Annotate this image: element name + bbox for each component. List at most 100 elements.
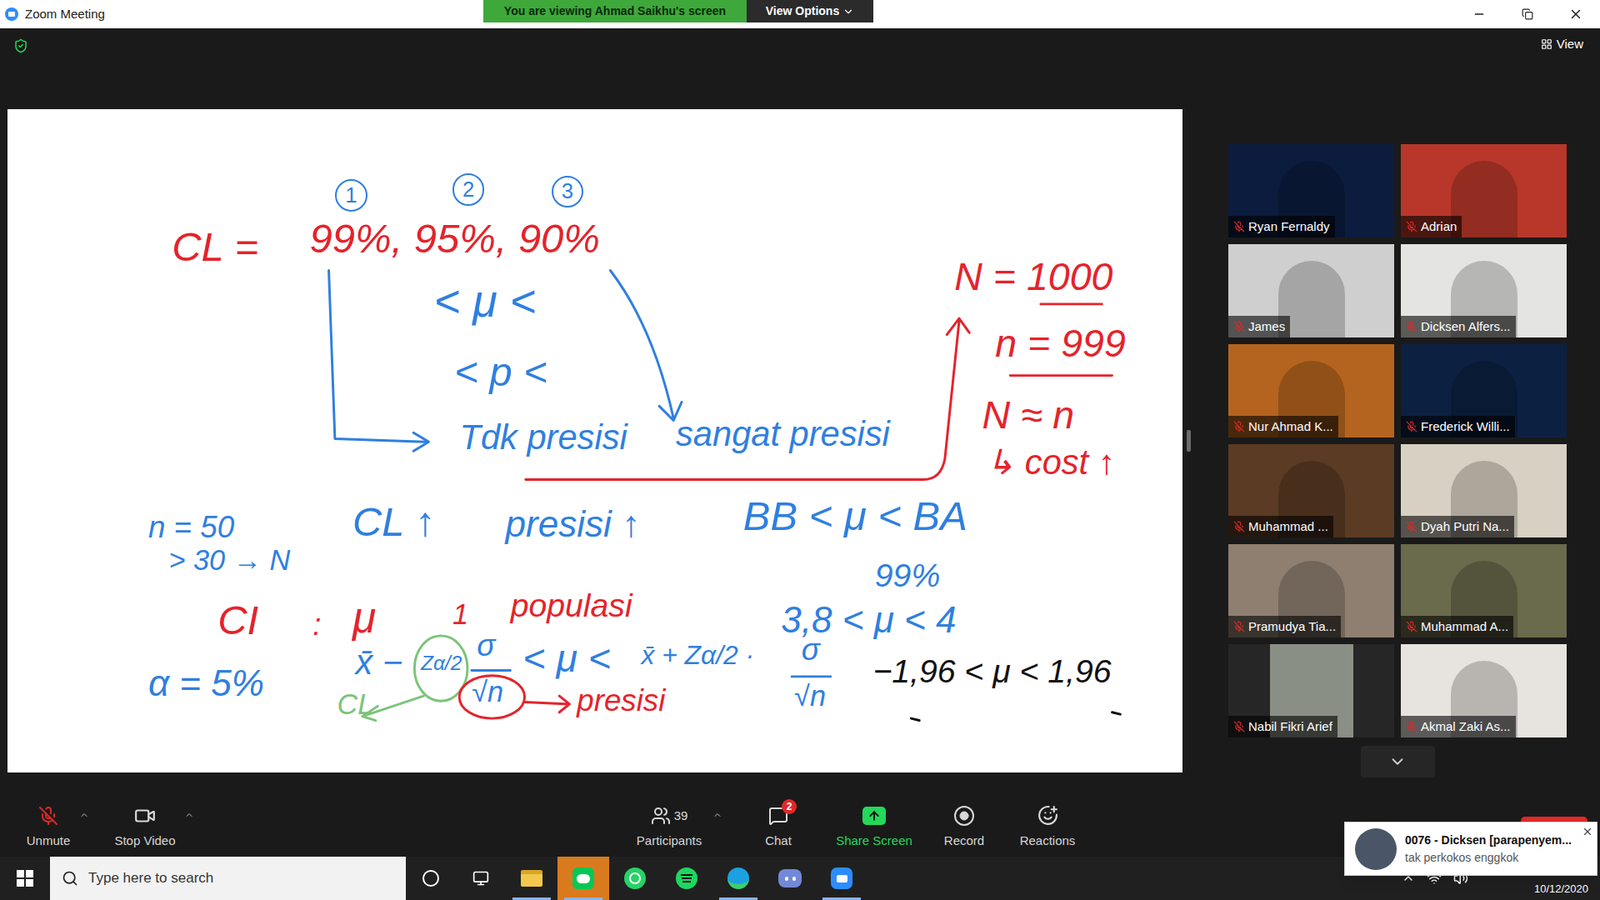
resize-handle[interactable] [1186, 430, 1191, 452]
whiteboard-note: CL ↑ [352, 501, 436, 543]
participant-label: Nur Ahmad K... [1228, 415, 1339, 439]
muted-mic-icon [1405, 520, 1418, 533]
whiteboard-note: ↳ cost ↑ [985, 445, 1115, 480]
taskbar-app[interactable] [505, 856, 558, 900]
zoom-icon [830, 867, 853, 890]
zoom-screen: Zoom MeetingYou are viewing Ahmad Saikhu… [0, 0, 1600, 900]
participant-label: Muhammad ... [1228, 515, 1334, 539]
window-title: Zoom Meeting [25, 5, 105, 25]
view-options-button[interactable]: View Options [746, 0, 874, 23]
file-explorer-icon [520, 870, 543, 887]
toolbar-caret[interactable] [712, 810, 723, 820]
running-indicator [719, 897, 758, 900]
shared-screen-area: 123CL =99%, 95%, 90%< μ << p <Tdk presis… [0, 28, 1200, 799]
muted-mic-icon [1233, 420, 1245, 433]
participant-label: Akmal Zaki As... [1400, 715, 1516, 739]
participant-tile[interactable]: Dyah Putri Na... [1400, 444, 1567, 538]
camera-icon [134, 805, 156, 827]
circled-number: 1 [335, 179, 368, 212]
participant-tile[interactable]: Nur Ahmad K... [1228, 344, 1395, 438]
whiteboard: 123CL =99%, 95%, 90%< μ << p <Tdk presis… [7, 109, 1183, 773]
participant-label: Pramudya Tia... [1228, 615, 1341, 639]
participant-tile[interactable]: Adrian [1400, 144, 1567, 238]
notification-title: 0076 - Dicksen [parapenyem... [1405, 831, 1572, 850]
taskbar-app[interactable] [660, 856, 713, 900]
taskbar-app[interactable] [764, 856, 816, 900]
grid-icon [1540, 38, 1553, 50]
task-view-icon [472, 870, 490, 887]
whiteboard-note: CL = [171, 226, 259, 268]
search-box[interactable]: Type here to search [50, 856, 406, 900]
whiteboard-note: Zα/2 [420, 653, 462, 674]
scroll-down-button[interactable] [1360, 745, 1435, 778]
circled-number: 2 [452, 173, 485, 206]
task-view-button[interactable] [455, 856, 506, 900]
view-button[interactable]: View [1540, 35, 1584, 55]
close-icon [1568, 6, 1584, 22]
taskbar-app[interactable] [557, 856, 610, 900]
whiteboard-note: CL [337, 690, 375, 719]
restore-button[interactable] [1503, 0, 1552, 29]
whiteboard-note: presisi ↑ [505, 505, 641, 543]
taskbar-app[interactable] [712, 856, 765, 900]
participant-label: Muhammad A... [1400, 615, 1514, 639]
zoom-logo-icon [5, 7, 19, 21]
participant-tile[interactable]: Akmal Zaki As... [1400, 644, 1567, 738]
whiteboard-note: 3,8 < μ < 4 [780, 601, 956, 639]
participant-label: Dyah Putri Na... [1400, 515, 1515, 539]
toolbar-button[interactable]: 39Participants [627, 805, 711, 851]
whiteboard-note: presisi [576, 685, 665, 717]
line-icon [572, 867, 595, 890]
participant-tile[interactable]: Muhammad A... [1400, 544, 1567, 638]
taskbar-app[interactable] [609, 856, 661, 900]
gallery: View Ryan Fernaldy AdrianJamesDicksen Alfe… [1200, 28, 1600, 799]
notification-message: tak perkokos enggkok [1405, 849, 1572, 867]
toolbar-button[interactable]: Share Screen [828, 805, 920, 851]
taskbar-app[interactable] [815, 856, 868, 900]
whiteboard-note: x̄ + Zα/2 · [640, 642, 755, 670]
toolbar-button[interactable]: 2Chat [745, 805, 812, 851]
minimize-icon [1472, 7, 1486, 21]
participant-tile[interactable]: Ryan Fernaldy [1228, 144, 1395, 238]
toolbar-button[interactable]: Record [930, 805, 998, 851]
minimize-button[interactable] [1455, 0, 1504, 29]
muted-mic-icon [1233, 720, 1245, 733]
participant-tile[interactable]: Pramudya Tia... [1228, 544, 1395, 638]
participant-tile[interactable]: Muhammad ... [1228, 444, 1395, 538]
running-indicator [512, 897, 551, 900]
whiteboard-note: sangat presisi [675, 416, 890, 452]
chevron-up-icon [184, 810, 195, 820]
muted-mic-icon [1405, 620, 1418, 633]
whiteboard-note: < μ < [522, 639, 611, 679]
whiteboard-note: −1,96 < μ < 1,96 [872, 655, 1111, 688]
taskbar-date[interactable]: 10/12/2020 [1534, 880, 1589, 898]
toolbar-button[interactable]: Reactions [1010, 805, 1085, 851]
discord-icon [778, 869, 802, 888]
meeting-area: 123CL =99%, 95%, 90%< μ << p <Tdk presis… [0, 28, 1600, 799]
chat-badge: 2 [781, 799, 797, 815]
muted-mic-icon [38, 805, 59, 826]
record-icon [954, 805, 975, 826]
edge-icon [727, 867, 750, 890]
participant-tile[interactable]: Dicksen Alfers... [1400, 244, 1567, 338]
whiteboard-note: 99% [875, 559, 940, 592]
toolbar-caret[interactable] [184, 810, 195, 820]
notification-close-button[interactable] [1581, 825, 1594, 838]
participant-tile[interactable]: Nabil Fikri Arief [1228, 644, 1395, 738]
toolbar-caret[interactable] [79, 810, 90, 820]
encryption-shield-icon [13, 38, 29, 54]
toolbar-button[interactable]: Stop Video [107, 805, 183, 851]
restore-icon [1521, 8, 1534, 20]
muted-mic-icon [1233, 620, 1245, 633]
close-button[interactable] [1551, 0, 1600, 29]
participant-label: Frederick Willi... [1400, 415, 1515, 439]
participant-tile[interactable]: Frederick Willi... [1400, 344, 1567, 438]
start-button[interactable] [0, 856, 50, 900]
cortana-button[interactable] [405, 856, 456, 900]
whatsapp-icon [624, 867, 646, 890]
participant-tile[interactable]: James [1228, 244, 1395, 338]
toolbar-button[interactable]: Unmute [19, 805, 78, 851]
sender-avatar [1355, 828, 1397, 870]
participant-label: Ryan Fernaldy [1228, 215, 1335, 239]
chat-notification[interactable]: 0076 - Dicksen [parapenyem...tak perkoko… [1344, 821, 1598, 876]
